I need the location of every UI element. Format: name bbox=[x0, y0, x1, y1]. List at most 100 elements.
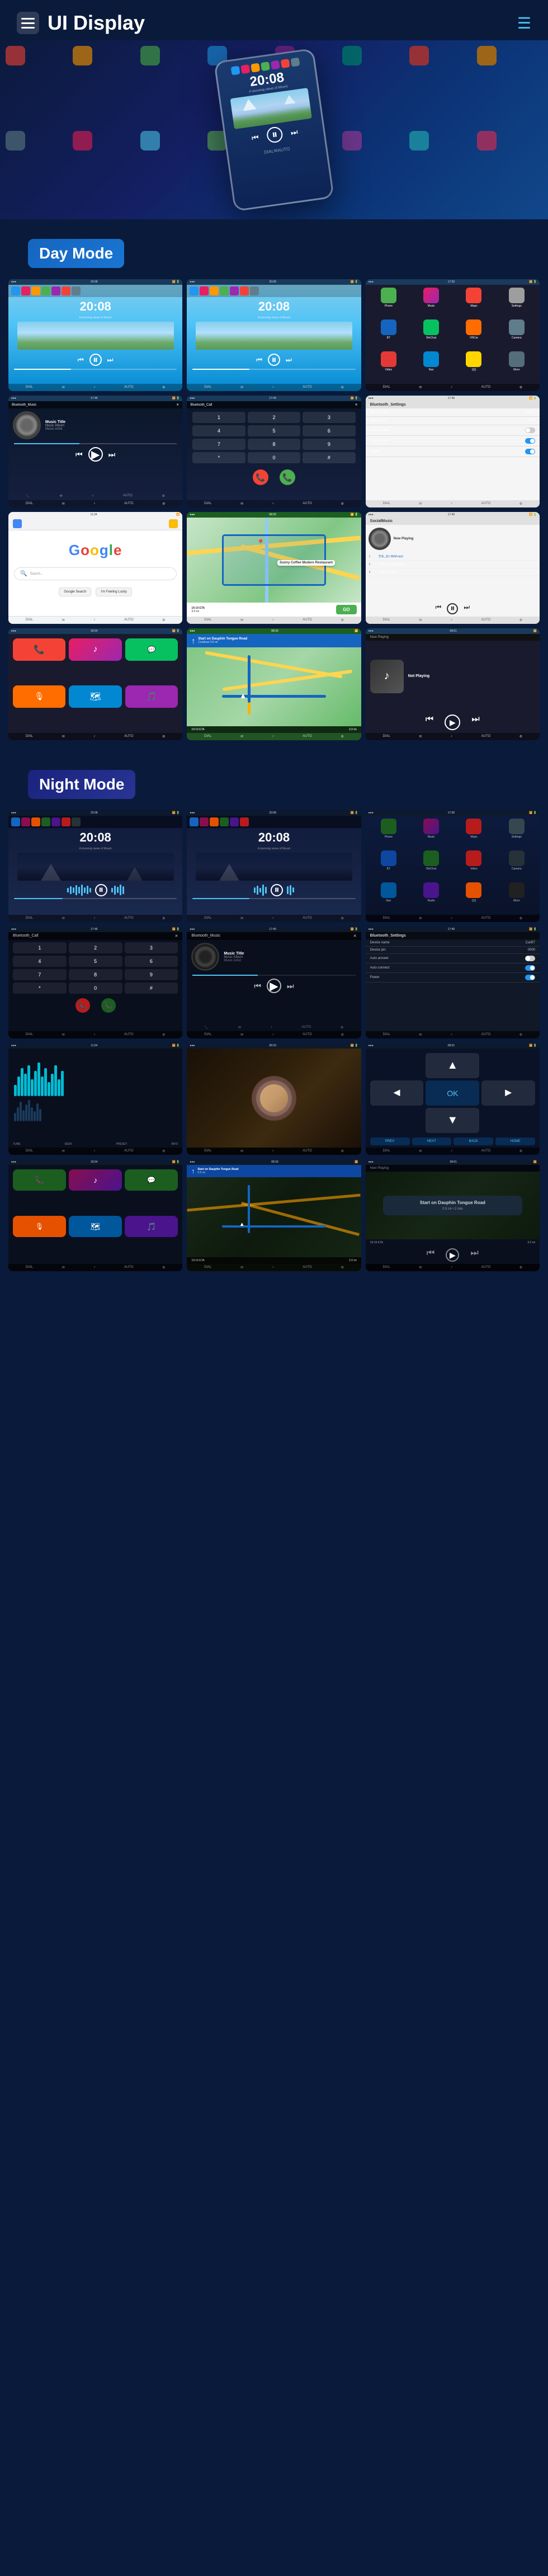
app-item-qqmusic[interactable]: QQ bbox=[453, 351, 494, 381]
night-key-4[interactable]: 4 bbox=[13, 956, 67, 967]
go-button[interactable]: GO bbox=[336, 605, 356, 614]
day-carplay-home[interactable]: ●●●17:00📶 🔋 Phone Music Maps Settings bbox=[366, 279, 540, 391]
night-key-5[interactable]: 5 bbox=[69, 956, 122, 967]
night-app-camera[interactable]: Camera bbox=[497, 850, 537, 880]
key-8[interactable]: 8 bbox=[248, 439, 300, 450]
song-item-1[interactable]: 1 华东_云1.REM.mp3 bbox=[366, 553, 540, 561]
night-app-messages[interactable]: 💬 bbox=[125, 1169, 178, 1191]
btn-prev[interactable]: PREV bbox=[370, 1137, 410, 1145]
nav-center-btn[interactable]: OK bbox=[426, 1080, 479, 1106]
night-app-settings[interactable]: Settings bbox=[497, 819, 537, 848]
night-key-1[interactable]: 1 bbox=[13, 942, 67, 953]
night-key-7[interactable]: 7 bbox=[13, 969, 67, 980]
night-waveform-screen[interactable]: ●●●11:54📶 🔋 bbox=[8, 1043, 182, 1155]
night-app-wechat[interactable]: WeChat bbox=[411, 850, 451, 880]
nav-up-btn[interactable]: ▲ bbox=[426, 1053, 479, 1078]
night-power-toggle[interactable] bbox=[525, 975, 535, 980]
app-item-maps[interactable]: Maps bbox=[453, 288, 494, 317]
app-music-carplay[interactable]: ♪ bbox=[69, 638, 121, 661]
bluetooth-call-screen[interactable]: ●●●17:46📶 🔋 Bluetooth_Call ✕ 1 2 3 4 5 6… bbox=[187, 396, 361, 507]
app-podcasts[interactable]: 🎙 bbox=[13, 685, 65, 708]
app-item-music[interactable]: Music bbox=[411, 288, 451, 317]
auto-connect-toggle[interactable] bbox=[525, 438, 535, 444]
google-search-btn[interactable]: Google Search bbox=[59, 587, 91, 596]
night-app-bt[interactable]: BT bbox=[369, 850, 409, 880]
app-spotify[interactable]: 🎵 bbox=[125, 685, 178, 708]
app-item-more[interactable]: More bbox=[497, 351, 537, 381]
app-item-camera[interactable]: Camera bbox=[497, 319, 537, 349]
key-hash[interactable]: # bbox=[303, 452, 355, 463]
song-item-2[interactable]: 2 华东_云2.REM.mp3 bbox=[366, 561, 540, 568]
night-auto-answer-toggle[interactable] bbox=[525, 956, 535, 961]
night-app-phone-carplay[interactable]: 📞 bbox=[13, 1169, 66, 1191]
bluetooth-settings-screen[interactable]: ●●●17:46📶 🔋 Bluetooth_Settings Device na… bbox=[366, 396, 540, 507]
night-key-0[interactable]: 0 bbox=[69, 983, 122, 994]
key-1[interactable]: 1 bbox=[192, 412, 245, 423]
google-lucky-btn[interactable]: I'm Feeling Lucky bbox=[96, 587, 132, 596]
night-key-8[interactable]: 8 bbox=[69, 969, 122, 980]
day-player-screen-2[interactable]: ●●●20:08📶 🔋 20:08 A stunning views of Mo… bbox=[187, 279, 361, 391]
btn-home[interactable]: HOME bbox=[495, 1137, 535, 1145]
night-bt-call-screen[interactable]: ●●●17:46📶 🔋 Bluetooth_Call ✕ 1 2 3 4 5 6… bbox=[8, 927, 182, 1038]
nav-map-detailed-screen[interactable]: ●●●08:33📶 ↑ Start on Dauphin Tongue Road… bbox=[187, 628, 361, 740]
night-bt-settings-screen[interactable]: ●●●17:46📶 🔋 Bluetooth_Settings Device na… bbox=[366, 927, 540, 1038]
night-play-btn[interactable]: ▶ bbox=[446, 1248, 459, 1262]
night-app-podcast[interactable]: 🎙 bbox=[13, 1216, 66, 1237]
night-app-grid-screen[interactable]: ●●●17:00📶 🔋 Phone Music Maps Settings bbox=[366, 810, 540, 922]
app-item-nav[interactable]: Nav bbox=[411, 351, 451, 381]
night-player-screen-1[interactable]: ●●●20:08📶 🔋 20:08 A stunning views of Mo… bbox=[8, 810, 182, 922]
night-app-radio[interactable]: Radio bbox=[411, 882, 451, 912]
night-app-music-carplay[interactable]: ♪ bbox=[69, 1169, 122, 1191]
hamburger-nav-icon[interactable]: ☰ bbox=[517, 14, 531, 32]
night-key-3[interactable]: 3 bbox=[125, 942, 178, 953]
night-bt-music-screen[interactable]: ●●●17:46📶 🔋 Bluetooth_Music ✕ Music Titl… bbox=[187, 927, 361, 1038]
key-0[interactable]: 0 bbox=[248, 452, 300, 463]
bluetooth-music-screen[interactable]: ●●●17:46📶 🔋 Bluetooth_Music ✕ Music Titl… bbox=[8, 396, 182, 507]
night-app-qq[interactable]: QQ bbox=[453, 882, 494, 912]
night-app-spotify[interactable]: 🎵 bbox=[125, 1216, 178, 1237]
social-music-screen[interactable]: ●●●17:46📶 🔋 SocialMusic Now Playing 1 华东… bbox=[366, 512, 540, 624]
app-wechat[interactable]: 💬 bbox=[125, 638, 178, 661]
night-app-more[interactable]: More bbox=[497, 882, 537, 912]
night-app-music[interactable]: Music bbox=[411, 819, 451, 848]
night-now-playing-screen[interactable]: ●●●08:01📶 Now Playing Start on Dauphin T… bbox=[366, 1159, 540, 1271]
menu-icon[interactable] bbox=[17, 12, 39, 34]
key-star[interactable]: * bbox=[192, 452, 245, 463]
key-9[interactable]: 9 bbox=[303, 439, 355, 450]
night-maps-nav-screen[interactable]: ●●●08:33📶 ↑ Start on Dauphin Tongue Road… bbox=[187, 1159, 361, 1271]
google-search-screen[interactable]: 11:34📶 Google 🔍 Search... Google Search … bbox=[8, 512, 182, 624]
night-camera-screen[interactable]: ●●●08:33📶 🔋 DIAL✉♪AUTO⚙ bbox=[187, 1043, 361, 1155]
key-4[interactable]: 4 bbox=[192, 425, 245, 436]
night-app-phone[interactable]: Phone bbox=[369, 819, 409, 848]
night-key-2[interactable]: 2 bbox=[69, 942, 122, 953]
night-app-maps-carplay[interactable]: 🗺 bbox=[69, 1216, 122, 1237]
night-key-9[interactable]: 9 bbox=[125, 969, 178, 980]
auto-answer-toggle[interactable] bbox=[525, 427, 535, 433]
app-item-bt[interactable]: BT bbox=[369, 319, 409, 349]
song-item-3[interactable]: 3 华东_云3.mp3 bbox=[366, 568, 540, 576]
key-5[interactable]: 5 bbox=[248, 425, 300, 436]
night-nav-arrows-screen[interactable]: ●●●08:01📶 🔋 ▲ ◄ OK ► ▼ PREV NEXT BACK HO… bbox=[366, 1043, 540, 1155]
key-6[interactable]: 6 bbox=[303, 425, 355, 436]
app-phone[interactable]: 📞 bbox=[13, 638, 65, 661]
night-player-screen-2[interactable]: ●●●20:08📶 🔋 20:08 A stunning views of Mo… bbox=[187, 810, 361, 922]
night-key-6[interactable]: 6 bbox=[125, 956, 178, 967]
app-item-settings[interactable]: Settings bbox=[497, 288, 537, 317]
key-7[interactable]: 7 bbox=[192, 439, 245, 450]
power-toggle[interactable] bbox=[525, 449, 535, 454]
call-end-btn[interactable]: 📞 bbox=[253, 469, 268, 485]
night-carplay-home[interactable]: ●●●18:54📶 🔋 📞 ♪ 💬 🎙 🗺 🎵 DIAL✉♪AUTO⚙ bbox=[8, 1159, 182, 1271]
night-app-maps[interactable]: Maps bbox=[453, 819, 494, 848]
now-playing-screen[interactable]: ●●●08:01📶 Now Playing ♪ Not Playing ⏮ ▶ … bbox=[366, 628, 540, 740]
night-app-nav[interactable]: Nav bbox=[369, 882, 409, 912]
night-key-star[interactable]: * bbox=[13, 983, 67, 994]
nav-right-btn[interactable]: ► bbox=[481, 1080, 535, 1106]
app-item-phone[interactable]: Phone bbox=[369, 288, 409, 317]
app-item-video[interactable]: Video bbox=[369, 351, 409, 381]
nav-left-btn[interactable]: ◄ bbox=[370, 1080, 424, 1106]
call-answer-btn[interactable]: 📞 bbox=[280, 469, 295, 485]
key-2[interactable]: 2 bbox=[248, 412, 300, 423]
key-3[interactable]: 3 bbox=[303, 412, 355, 423]
btn-back[interactable]: BACK bbox=[453, 1137, 493, 1145]
nav-down-btn[interactable]: ▼ bbox=[426, 1108, 479, 1133]
